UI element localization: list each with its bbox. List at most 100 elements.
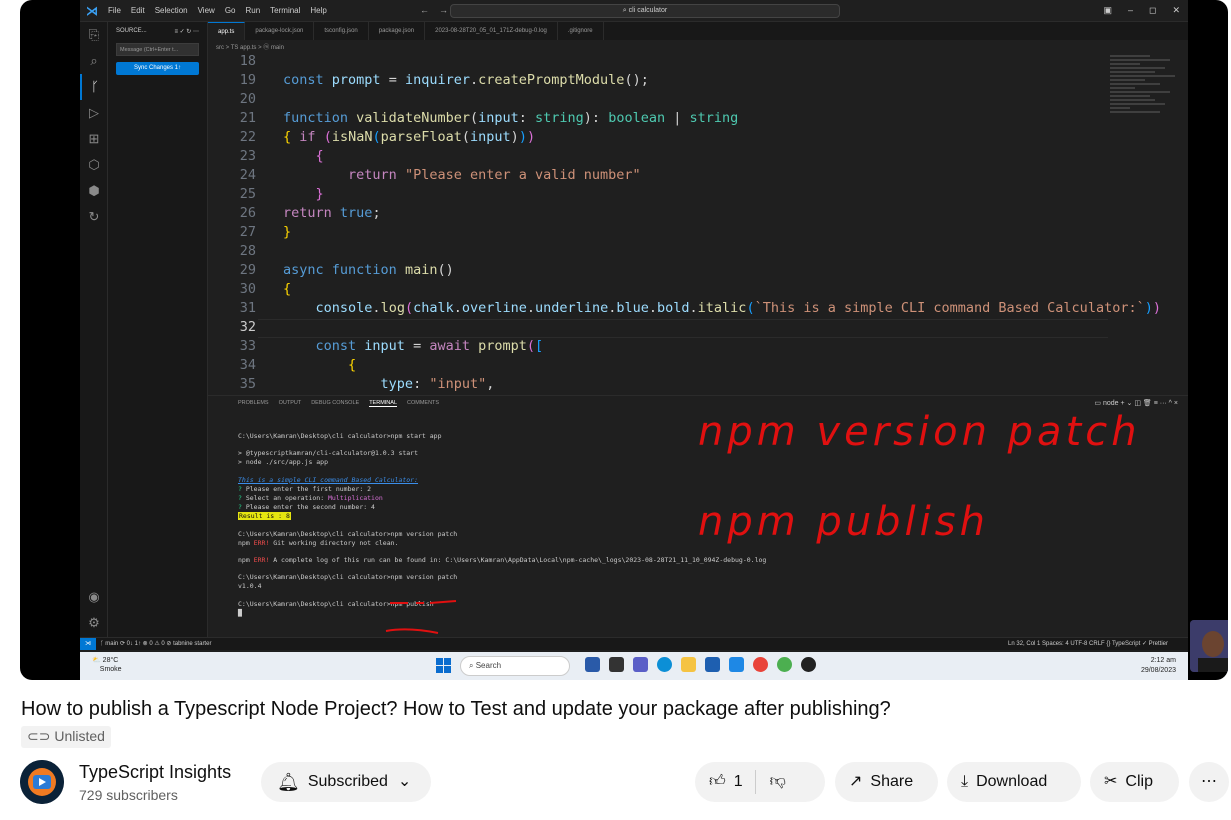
remote-indicator-icon[interactable]: ⋊ bbox=[80, 638, 96, 650]
weather-widget[interactable]: ⛅ 28°C Smoke bbox=[92, 656, 122, 674]
code-line[interactable]: return "Please enter a valid number" bbox=[283, 167, 641, 183]
code-line[interactable]: { bbox=[283, 281, 291, 297]
windows-start-icon[interactable] bbox=[436, 658, 452, 674]
task-view-icon[interactable] bbox=[609, 657, 624, 672]
like-button[interactable]: 👍︎ 1 bbox=[695, 770, 756, 794]
command-center-search[interactable]: ⌕ cli calculator bbox=[450, 4, 840, 18]
line-number: 34 bbox=[239, 357, 256, 373]
explorer-icon[interactable]: ⎘ bbox=[80, 22, 108, 48]
editor-tab[interactable]: 2023-08-28T20_05_01_171Z-debug-0.log bbox=[425, 22, 558, 40]
status-left[interactable]: ᚴ main ⟳ 0↓ 1↑ ⊗ 0 ⚠ 0 ⊘ tabnine starter bbox=[100, 640, 211, 647]
panel-tab[interactable]: DEBUG CONSOLE bbox=[311, 400, 359, 407]
panel-tab[interactable]: OUTPUT bbox=[279, 400, 302, 407]
minimap[interactable] bbox=[1110, 53, 1180, 173]
line-number: 33 bbox=[239, 338, 256, 354]
menu-item[interactable]: Selection bbox=[155, 6, 188, 15]
code-line[interactable]: const input = await prompt([ bbox=[283, 338, 544, 354]
code-line[interactable]: { if (isNaN(parseFloat(input))) bbox=[283, 129, 535, 145]
code-line[interactable]: console.log(chalk.overline.underline.blu… bbox=[283, 300, 1161, 316]
channel-name[interactable]: TypeScript Insights bbox=[79, 762, 231, 783]
thumbs-down-icon: 👎︎ bbox=[769, 773, 786, 790]
source-control-icon[interactable]: ᚴ bbox=[80, 74, 108, 100]
editor-tab[interactable]: package.json bbox=[369, 22, 426, 40]
code-line[interactable]: type: "input", bbox=[283, 376, 495, 392]
store-icon[interactable] bbox=[705, 657, 720, 672]
timeline-icon[interactable]: ↻ bbox=[80, 204, 108, 230]
run-debug-icon[interactable]: ▷ bbox=[80, 100, 108, 126]
status-right[interactable]: Ln 32, Col 1 Spaces: 4 UTF-8 CRLF {} Typ… bbox=[1008, 640, 1168, 647]
channel-avatar[interactable] bbox=[20, 760, 64, 804]
panel-tab[interactable]: PROBLEMS bbox=[238, 400, 269, 407]
code-line[interactable]: } bbox=[283, 186, 324, 202]
subscribed-button[interactable]: 🔔︎ Subscribed ⌄ bbox=[261, 762, 431, 802]
menu-item[interactable]: Run bbox=[245, 6, 260, 15]
bing-icon[interactable] bbox=[585, 657, 600, 672]
extensions-icon[interactable]: ⊞ bbox=[80, 126, 108, 152]
dislike-button[interactable]: 👎︎ bbox=[756, 762, 786, 802]
menu-item[interactable]: Help bbox=[310, 6, 326, 15]
code-line[interactable]: } bbox=[283, 224, 291, 240]
taskbar-clock[interactable]: 2:12 am 29/08/2023 bbox=[1141, 656, 1176, 676]
teams-icon[interactable] bbox=[633, 657, 648, 672]
panel-tab[interactable]: COMMENTS bbox=[407, 400, 439, 407]
sidebar-actions-icon[interactable]: ≡ ✓ ↻ ⋯ bbox=[174, 28, 199, 35]
edge-icon[interactable] bbox=[657, 657, 672, 672]
visibility-label: Unlisted bbox=[54, 728, 105, 744]
commit-message-input[interactable]: Message (Ctrl+Enter t... bbox=[116, 43, 199, 56]
close-icon[interactable]: ✕ bbox=[1172, 5, 1180, 16]
menu-item[interactable]: View bbox=[198, 6, 215, 15]
menu-item[interactable]: Terminal bbox=[270, 6, 300, 15]
terminal-output[interactable]: C:\Users\Kamran\Desktop\cli calculator>n… bbox=[238, 432, 766, 618]
package-icon[interactable]: ⬢ bbox=[80, 178, 108, 204]
editor-tab[interactable]: tsconfig.json bbox=[314, 22, 369, 40]
line-number: 29 bbox=[239, 262, 256, 278]
file-explorer-icon[interactable] bbox=[681, 657, 696, 672]
taskbar-search[interactable]: ⌕ Search bbox=[460, 656, 570, 676]
menu-item[interactable]: Go bbox=[225, 6, 236, 15]
vscode-window: ⋊ File Edit Selection View Go Run Terminal Help… bbox=[80, 0, 1188, 652]
activity-bar: ⎘ ⌕ ᚴ ▷ ⊞ ⬡ ⬢ ↻ ◉ ⚙ bbox=[80, 22, 108, 637]
current-line-highlight bbox=[258, 319, 1108, 338]
terminal-actions[interactable]: ▭ node + ⌄ ◫ 🗑 ≡ ··· ^ × bbox=[1094, 399, 1178, 407]
terminal-line: ? Please enter the first number: 2 bbox=[238, 484, 372, 493]
line-number: 23 bbox=[239, 148, 256, 164]
account-icon[interactable]: ◉ bbox=[80, 584, 108, 610]
download-button[interactable]: ⤓ Download bbox=[947, 762, 1081, 802]
terminal-line: ? Select an operation: Multiplication bbox=[238, 494, 383, 503]
layout-icon[interactable]: ▣ bbox=[1103, 5, 1112, 16]
panel-tab[interactable]: TERMINAL bbox=[369, 400, 397, 407]
editor-tab[interactable]: .gitignore bbox=[558, 22, 604, 40]
chrome-icon[interactable] bbox=[753, 657, 768, 672]
share-button[interactable]: ↗ Share bbox=[835, 762, 938, 802]
remote-icon[interactable]: ⬡ bbox=[80, 152, 108, 178]
code-line[interactable]: { bbox=[283, 148, 324, 164]
presenter-image bbox=[1190, 620, 1228, 672]
channel-logo-icon bbox=[20, 760, 64, 804]
breadcrumb[interactable]: src > TS app.ts > ⓜ main bbox=[216, 42, 284, 51]
minimize-icon[interactable]: – bbox=[1128, 5, 1133, 16]
editor-tab[interactable]: app.ts bbox=[208, 22, 246, 40]
search-icon[interactable]: ⌕ bbox=[80, 48, 108, 74]
code-line[interactable]: return true; bbox=[283, 205, 381, 221]
menu-item[interactable]: Edit bbox=[131, 6, 145, 15]
more-actions-button[interactable]: ⋯ bbox=[1189, 762, 1229, 802]
video-player[interactable]: ⋊ File Edit Selection View Go Run Terminal Help… bbox=[20, 0, 1228, 680]
like-dislike-bar: 👍︎ 1 👎︎ bbox=[695, 762, 825, 802]
chrome-profile-icon[interactable] bbox=[777, 657, 792, 672]
clip-button[interactable]: ✂ Clip bbox=[1090, 762, 1179, 802]
code-line[interactable]: { bbox=[283, 357, 356, 373]
menu-item[interactable]: File bbox=[108, 6, 121, 15]
clip-label: Clip bbox=[1125, 773, 1153, 790]
editor-tab[interactable]: package-lock.json bbox=[245, 22, 315, 40]
code-editor[interactable]: 18 19 const prompt = inquirer.createPrompt… bbox=[208, 53, 1188, 393]
maximize-icon[interactable]: ◻ bbox=[1149, 5, 1156, 16]
settings-gear-icon[interactable]: ⚙ bbox=[80, 610, 108, 636]
sync-changes-button[interactable]: Sync Changes 1↑ bbox=[116, 62, 199, 75]
code-line[interactable]: async function main() bbox=[283, 262, 454, 278]
chrome-dark-icon[interactable] bbox=[801, 657, 816, 672]
line-number: 22 bbox=[239, 129, 256, 145]
code-line[interactable]: const prompt = inquirer.createPromptModu… bbox=[283, 72, 649, 88]
vscode-taskbar-icon[interactable] bbox=[729, 657, 744, 672]
code-line[interactable]: function validateNumber(input: string): … bbox=[283, 110, 738, 126]
